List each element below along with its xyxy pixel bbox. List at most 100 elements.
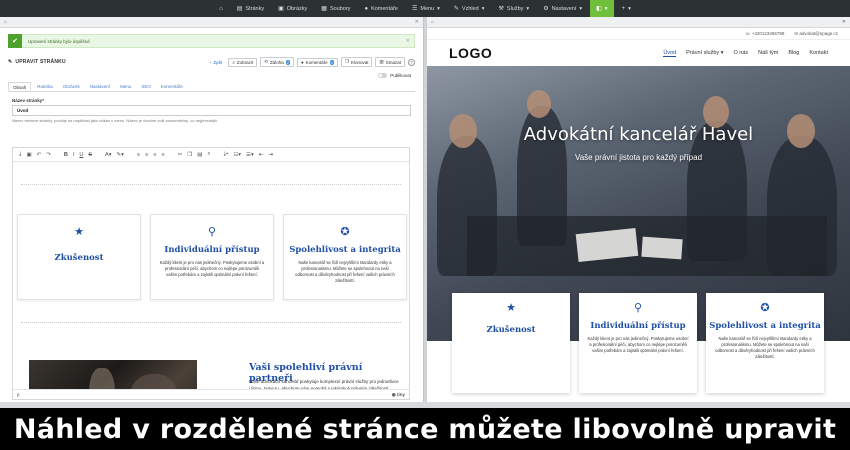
close-icon[interactable]: ✕	[842, 19, 846, 25]
topbar-add[interactable]: + ▾	[616, 0, 637, 17]
insert-icon[interactable]: ⤓	[19, 151, 21, 158]
nav-item-contact[interactable]: Kontakt	[809, 50, 828, 57]
tab-menu[interactable]: Menu	[116, 82, 135, 91]
comments-icon: ●	[300, 59, 304, 65]
nav-item-home[interactable]: Úvod	[663, 50, 677, 57]
topbar-pages[interactable]: ▤ Stránky	[231, 0, 270, 17]
feature-card: ★ Zkušenost	[452, 293, 570, 393]
highlight-icon[interactable]: ✎▾	[116, 152, 123, 158]
publish-toggle-row: Publikovat	[0, 73, 411, 78]
outdent-icon[interactable]: ⇤	[259, 152, 264, 158]
nav-item-blog[interactable]: Blog	[788, 50, 799, 57]
feature-card: ⚲ Individuální přístup Každý klient je p…	[579, 293, 697, 393]
topbar-menu[interactable]: ☰ Menu ▾	[406, 0, 446, 17]
nav-item-services[interactable]: Právní služby ▾	[686, 50, 723, 57]
nav-item-about[interactable]: O nás	[733, 50, 748, 57]
paste-icon[interactable]: ▤	[197, 152, 202, 158]
tab-seo[interactable]: SEO	[137, 82, 155, 91]
feature-card: ★ Zkušenost	[17, 214, 141, 300]
history-button[interactable]: ⟲ Záloha 2	[260, 57, 294, 67]
redo-icon[interactable]: ↷	[46, 152, 51, 158]
search-icon[interactable]: ⌕	[207, 151, 210, 158]
topbar-images[interactable]: ▣ Obrázky	[272, 0, 313, 17]
home-icon[interactable]: ⌂	[4, 19, 7, 25]
align-justify-icon[interactable]: ≡	[162, 152, 165, 158]
tab-comments[interactable]: Komentáře	[157, 82, 187, 91]
bold-icon[interactable]: B	[64, 152, 68, 158]
bullet-list-icon[interactable]: ☷▾	[233, 152, 241, 158]
download-icon[interactable]: ⤓▾	[224, 151, 229, 158]
topbar-label: Menu	[420, 5, 435, 12]
services-icon: ⚒	[498, 6, 504, 12]
topbar-comments[interactable]: ● Komentáře	[358, 0, 404, 17]
email-info[interactable]: ✉ advokat@npage.cz	[794, 31, 838, 37]
alert-text: Upravení stránky bylo úspěšné	[28, 38, 90, 44]
align-center-icon[interactable]: ≡	[145, 152, 148, 158]
publish-toggle[interactable]	[378, 73, 388, 78]
view-button[interactable]: ⌕ Zobrazit	[228, 57, 258, 67]
card-text: Každý klient je pro nás jedinečný. Posky…	[587, 336, 689, 354]
tiny-brand: ◉ tiny	[392, 392, 405, 398]
section-divider	[21, 184, 401, 185]
topbar-label: Soubory	[329, 5, 351, 12]
topbar-files[interactable]: ▦ Soubory	[315, 0, 356, 17]
topbar-settings[interactable]: ⚙ Nastavení ▾	[537, 0, 588, 17]
publish-label: Publikovat	[390, 73, 411, 78]
delete-button[interactable]: ▥ Smazat	[375, 57, 405, 67]
editor-tabs: Obsah Rubrika Obrázek Nastavení Menu SEO…	[8, 82, 415, 92]
rich-text-editor: ⤓ ▣ ↶ ↷ B I U S A▾ ✎▾ ≡ ≡ ≡ ≡ ✂ ❐ ▤ ⌕ ⤓▾…	[12, 147, 410, 400]
search-icon: ⌕	[232, 59, 235, 65]
tab-settings[interactable]: Nastavení	[86, 82, 114, 91]
site-nav: LOGO Úvod Právní služby ▾ O nás Náš tým …	[427, 40, 850, 66]
nav-item-team[interactable]: Náš tým	[758, 50, 778, 57]
underline-icon[interactable]: U	[79, 152, 83, 158]
text-color-icon[interactable]: A▾	[105, 152, 111, 158]
title-field-help: Název webové stránky, použije se napříkl…	[12, 118, 219, 123]
strikethrough-icon[interactable]: S	[88, 152, 92, 158]
close-icon[interactable]: ✕	[406, 38, 410, 44]
topbar-appearance[interactable]: ✎ Vzhled ▾	[448, 0, 491, 17]
edit-icon: ✎	[8, 59, 13, 65]
tab-content[interactable]: Obsah	[8, 82, 32, 91]
duplicate-button[interactable]: ❐ Klonovat	[340, 57, 373, 67]
indent-icon[interactable]: ⇥	[268, 152, 273, 158]
help-icon[interactable]: ?	[408, 58, 415, 66]
hero-face	[527, 90, 551, 118]
undo-icon[interactable]: ↶	[37, 152, 42, 158]
hero-title: Advokátní kancelář Havel	[523, 124, 754, 145]
chevron-down-icon: ▾	[437, 5, 440, 12]
align-right-icon[interactable]: ≡	[153, 152, 156, 158]
topbar-active-view[interactable]: ◧ ▾	[590, 0, 614, 17]
card-title: Spolehlivost a integrita	[709, 321, 821, 331]
tab-category[interactable]: Rubrika	[33, 82, 57, 91]
card-title: Zkušenost	[54, 253, 104, 263]
topbar-label: Nastavení	[551, 5, 577, 12]
editor-content[interactable]: ★ Zkušenost ⚲ Individuální přístup Každý…	[13, 162, 409, 389]
images-icon: ▣	[278, 6, 284, 12]
align-left-icon[interactable]: ≡	[137, 152, 140, 158]
tab-image[interactable]: Obrázek	[59, 82, 84, 91]
comments-label: Komentáře	[305, 59, 328, 65]
pane-header: ⌂ ✕	[0, 17, 423, 28]
phone-info[interactable]: ☏ +420123456789	[745, 31, 785, 37]
site-logo[interactable]: LOGO	[449, 45, 492, 61]
feature-card: ⚲ Individuální přístup Každý klient je p…	[150, 214, 274, 300]
duplicate-label: Klonovat	[350, 59, 369, 65]
title-field[interactable]: Úvod	[12, 105, 411, 116]
user-icon: ⚲	[207, 226, 217, 238]
source-icon[interactable]: ▣	[26, 152, 31, 158]
back-button[interactable]: ‹ Zpět	[206, 58, 226, 66]
card-text: Naše kancelář se řídí nejvyššími standar…	[715, 336, 815, 360]
copy-icon[interactable]: ❐	[187, 152, 192, 158]
comments-button[interactable]: ● Komentáře 0	[296, 57, 338, 67]
topbar-label: Vzhled	[461, 5, 479, 12]
topbar-home[interactable]: ⌂	[213, 0, 229, 17]
close-icon[interactable]: ✕	[415, 19, 419, 25]
numbered-list-icon[interactable]: ☰▾	[246, 152, 254, 158]
cut-icon[interactable]: ✂	[178, 152, 183, 158]
hero-subtitle: Vaše právní jistota pro každý případ	[574, 153, 703, 162]
topbar-services[interactable]: ⚒ Služby ▾	[493, 0, 536, 17]
italic-icon[interactable]: I	[73, 152, 75, 158]
home-icon[interactable]: ⌂	[431, 19, 434, 25]
card-title: Zkušenost	[486, 325, 536, 335]
